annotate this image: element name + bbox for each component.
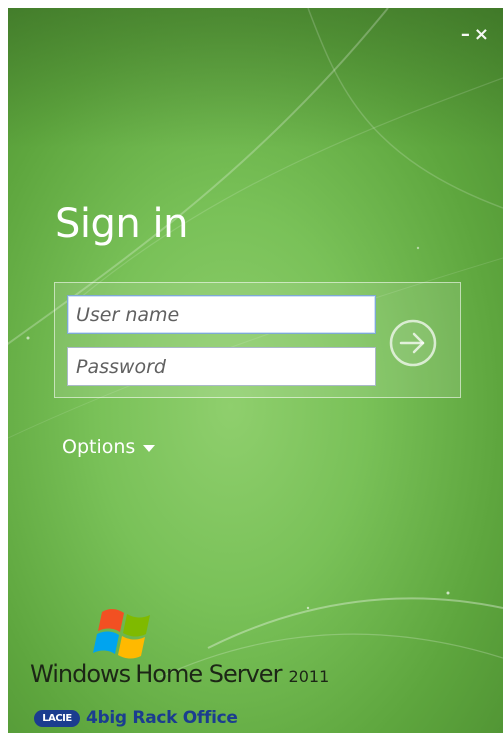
- lacie-logo: LACIE: [34, 709, 80, 727]
- username-input[interactable]: [67, 295, 376, 334]
- product-brand: Windows Home Server 2011: [30, 660, 329, 688]
- signin-background: – × Sign in Options Windows Home Serv: [8, 8, 503, 733]
- options-label: Options: [62, 436, 136, 458]
- brand-year: 2011: [288, 667, 330, 686]
- brand-windows: Windows: [30, 660, 131, 688]
- vendor-brand: LACIE 4big Rack Office: [34, 708, 238, 728]
- windows-flag-icon: [93, 609, 150, 659]
- page-title: Sign in: [55, 201, 188, 247]
- arrow-right-circle-icon[interactable]: [388, 318, 438, 368]
- close-icon[interactable]: ×: [474, 26, 489, 44]
- options-dropdown[interactable]: Options: [62, 436, 156, 458]
- vendor-product-name: 4big Rack Office: [86, 708, 238, 728]
- minimize-icon[interactable]: –: [461, 26, 470, 44]
- password-input[interactable]: [67, 347, 376, 386]
- signin-window: – × Sign in Options Windows Home Serv: [0, 0, 503, 743]
- signin-form: [54, 282, 461, 398]
- brand-home-server: Home Server: [135, 660, 282, 688]
- chevron-down-icon: [143, 444, 156, 452]
- window-controls: – ×: [461, 26, 489, 44]
